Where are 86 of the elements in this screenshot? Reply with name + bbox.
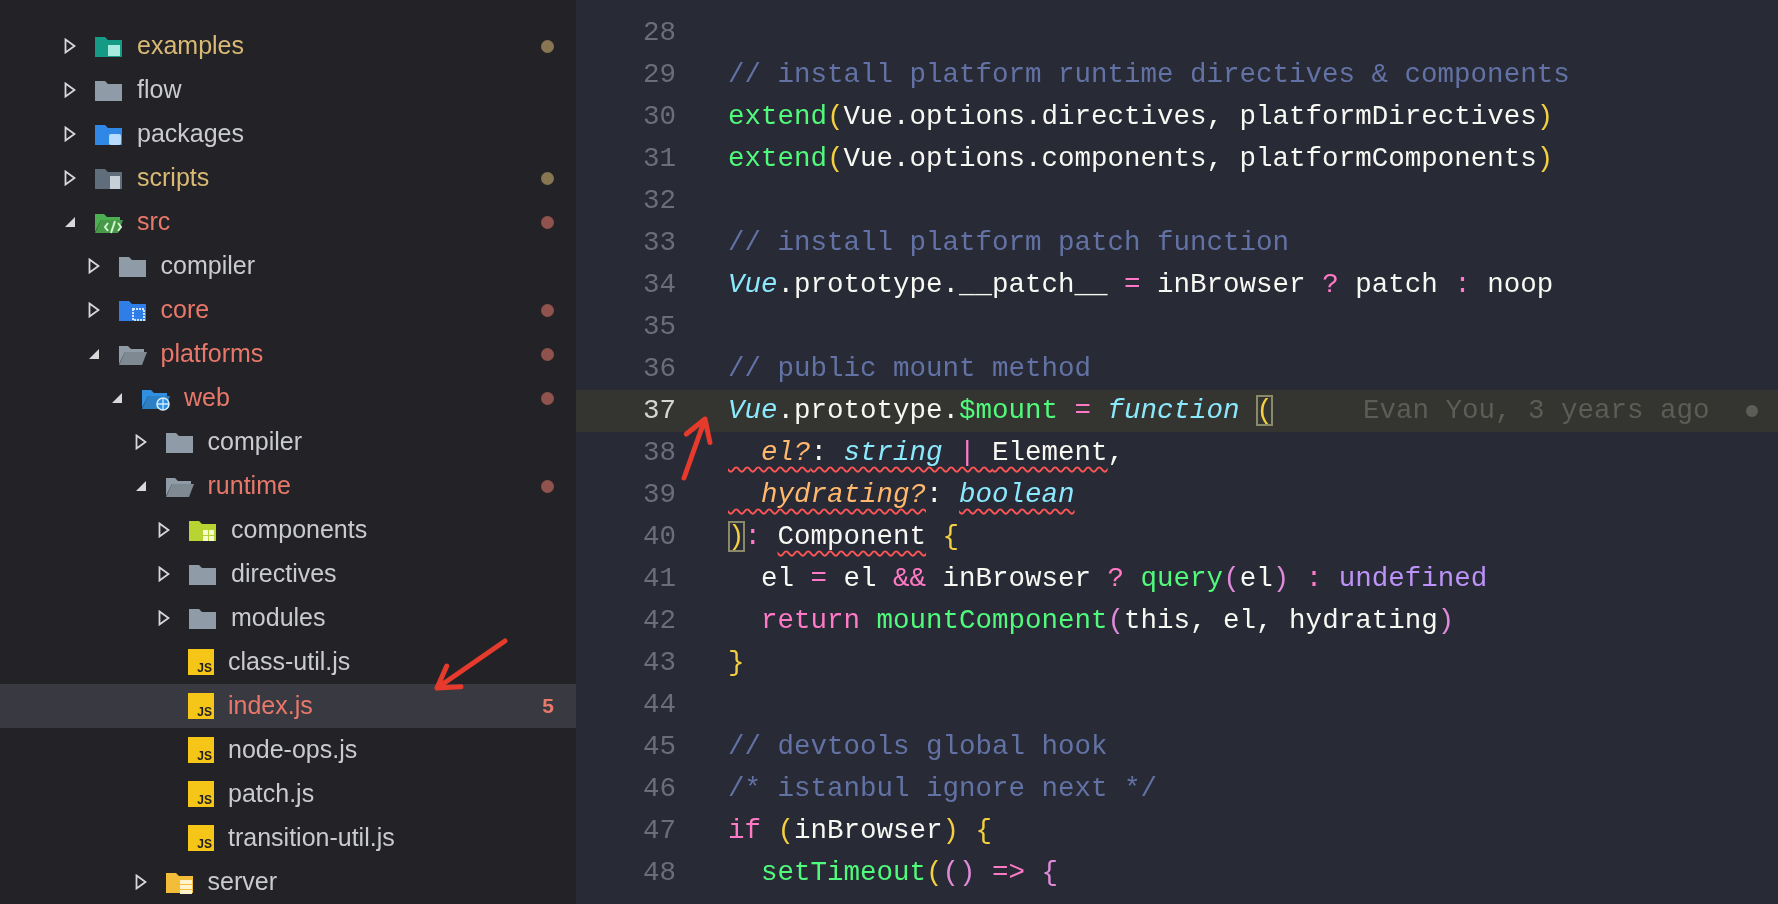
line-number: 39 — [642, 478, 676, 513]
line-number: 30 — [642, 100, 676, 135]
js-file-icon: JS — [188, 737, 214, 763]
tree-row[interactable]: directives — [0, 552, 576, 596]
file-name: src — [137, 206, 171, 238]
line-number: 42 — [642, 604, 676, 639]
tree-row[interactable]: runtime — [0, 464, 576, 508]
file-name: compiler — [160, 250, 255, 282]
line-number: 46 — [642, 772, 676, 807]
tree-row[interactable]: components — [0, 508, 576, 552]
line-number: 41 — [642, 562, 676, 597]
file-name: transition-util.js — [228, 822, 395, 854]
line-number: 31 — [642, 142, 676, 177]
code-line: ): Component { — [728, 520, 960, 555]
code-line: Vue.prototype.$mount = function ( — [728, 394, 1273, 429]
file-name: components — [231, 514, 368, 546]
file-name: node-ops.js — [228, 734, 358, 766]
file-name: runtime — [207, 470, 291, 502]
file-name: packages — [137, 118, 245, 150]
js-file-icon: JS — [188, 693, 214, 719]
code-line: extend(Vue.options.directives, platformDirectives) — [728, 100, 1554, 135]
file-name: platforms — [160, 338, 264, 370]
code-line: extend(Vue.options.components, platformComponents) — [728, 142, 1554, 177]
line-number: 34 — [642, 268, 676, 303]
code-line: if (inBrowser) { — [728, 814, 993, 849]
line-number: 36 — [642, 352, 676, 387]
line-number: 37 — [642, 394, 676, 429]
tree-row[interactable]: scripts — [0, 156, 576, 200]
code-line: } — [728, 646, 745, 681]
file-name: examples — [137, 30, 244, 62]
tree-row[interactable]: JS node-ops.js — [0, 728, 576, 772]
js-file-icon: JS — [188, 825, 214, 851]
line-number: 35 — [642, 310, 676, 345]
code-line: // public mount method — [728, 352, 1092, 387]
tree-row[interactable]: compiler — [0, 244, 576, 288]
file-name: web — [184, 382, 230, 414]
line-number: 47 — [642, 814, 676, 849]
js-file-icon: JS — [188, 781, 214, 807]
tree-row[interactable]: examples — [0, 24, 576, 68]
tree-row[interactable]: JS class-util.js — [0, 640, 576, 684]
file-name: directives — [231, 558, 337, 590]
line-number: 43 — [642, 646, 676, 681]
line-number: 28 — [642, 16, 676, 51]
code-line: el = el && inBrowser ? query(el) : undefined — [760, 562, 1488, 597]
code-line: // install platform runtime directives & components — [728, 58, 1570, 93]
tree-row[interactable]: core — [0, 288, 576, 332]
file-name: server — [207, 866, 277, 898]
tree-row[interactable]: modules — [0, 596, 576, 640]
code-line: return mountComponent(this, el, hydrating) — [760, 604, 1455, 639]
tree-row[interactable]: src — [0, 200, 576, 244]
file-name: core — [160, 294, 210, 326]
arrow-drawing — [681, 416, 713, 481]
file-name: modules — [231, 602, 326, 634]
line-number: 44 — [642, 688, 676, 723]
tree-row[interactable]: web — [0, 376, 576, 420]
tree-row[interactable]: flow — [0, 68, 576, 112]
blame-dot-icon — [1746, 405, 1758, 417]
tree-row[interactable]: JS transition-util.js — [0, 816, 576, 860]
line-number: 40 — [642, 520, 676, 555]
js-file-icon: JS — [188, 649, 214, 675]
line-number: 33 — [642, 226, 676, 261]
file-name: index.js — [228, 690, 313, 722]
line-number: 45 — [642, 730, 676, 765]
code-line: Vue.prototype.__patch__ = inBrowser ? patch : noop — [728, 268, 1554, 303]
tree-row[interactable]: packages — [0, 112, 576, 156]
line-number: 38 — [642, 436, 676, 471]
file-name: scripts — [137, 162, 210, 194]
tree-row[interactable]: compiler — [0, 420, 576, 464]
code-line: // install platform patch function — [728, 226, 1290, 261]
tree-row[interactable]: server — [0, 860, 576, 904]
line-number: 32 — [642, 184, 676, 219]
tree-row[interactable]: platforms — [0, 332, 576, 376]
line-number: 29 — [642, 58, 676, 93]
line-number: 48 — [642, 856, 676, 891]
file-name: compiler — [207, 426, 302, 458]
file-name: patch.js — [228, 778, 315, 810]
code-line: el?: string | Element, — [760, 436, 1125, 471]
tree-row[interactable]: JS patch.js — [0, 772, 576, 816]
code-line: // devtools global hook — [728, 730, 1108, 765]
tree-row[interactable]: JS index.js 5 — [0, 684, 576, 728]
problem-count: 5 — [542, 693, 554, 720]
code-line: hydrating?: boolean — [760, 478, 1075, 513]
file-name: flow — [137, 74, 182, 106]
code-line: /* istanbul ignore next */ — [728, 772, 1158, 807]
file-name: class-util.js — [228, 646, 351, 678]
code-line: setTimeout(() => { — [760, 856, 1059, 891]
